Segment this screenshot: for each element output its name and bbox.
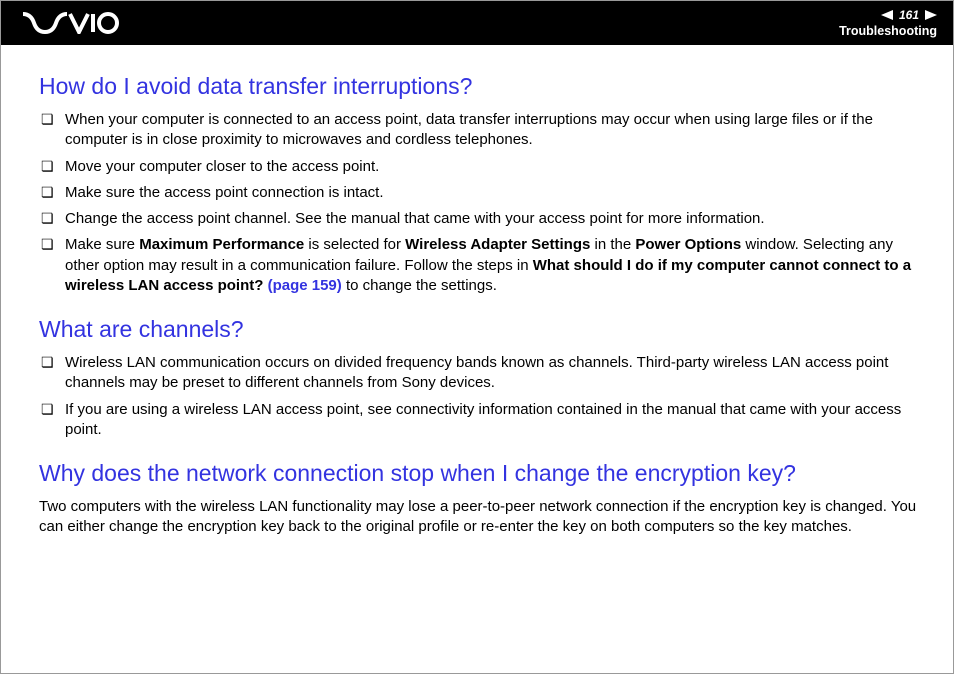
header-right: 161 Troubleshooting xyxy=(839,8,937,38)
list-item: Change the access point channel. See the… xyxy=(39,209,919,229)
page-number: 161 xyxy=(897,8,921,22)
next-page-arrow[interactable] xyxy=(925,10,937,20)
list-item: Make sure Maximum Performance is selecte… xyxy=(39,235,919,296)
heading-q2: What are channels? xyxy=(39,316,919,343)
list-q2: Wireless LAN communication occurs on div… xyxy=(39,353,919,440)
list-item: Move your computer closer to the access … xyxy=(39,157,919,177)
prev-page-arrow[interactable] xyxy=(881,10,893,20)
heading-q1: How do I avoid data transfer interruptio… xyxy=(39,73,919,100)
list-item: When your computer is connected to an ac… xyxy=(39,110,919,151)
list-q1: When your computer is connected to an ac… xyxy=(39,110,919,296)
page-header: 161 Troubleshooting xyxy=(1,1,953,45)
vaio-logo xyxy=(23,12,119,34)
heading-q3: Why does the network connection stop whe… xyxy=(39,460,919,487)
page-nav: 161 xyxy=(881,8,937,22)
page-content: How do I avoid data transfer interruptio… xyxy=(1,45,953,564)
page-ref-link[interactable]: (page 159) xyxy=(268,277,342,294)
body-q3: Two computers with the wireless LAN func… xyxy=(39,497,919,538)
list-item: Make sure the access point connection is… xyxy=(39,183,919,203)
list-item: Wireless LAN communication occurs on div… xyxy=(39,353,919,394)
section-label: Troubleshooting xyxy=(839,24,937,38)
list-item: If you are using a wireless LAN access p… xyxy=(39,400,919,441)
